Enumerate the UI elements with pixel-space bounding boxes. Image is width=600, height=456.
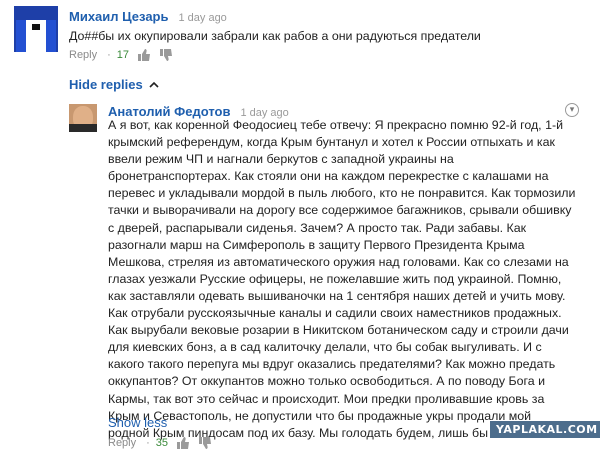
reply-text-line: крымский референдум, когда Крым бунтанул… [108, 135, 555, 150]
thumbs-down-icon[interactable] [159, 49, 173, 61]
separator: · [146, 437, 150, 449]
thumbs-up-icon[interactable] [176, 437, 190, 449]
reply-button[interactable]: Reply [69, 49, 97, 61]
reply-text-line: перевес и укладывали мордой в пыль любог… [108, 186, 576, 201]
reply-text-line: Мешкова, стреляя из автоматического оруж… [108, 254, 569, 269]
reply-text-line: как заставляли одевать вышиваночки на 1 … [108, 288, 566, 303]
reply-text: А я вот, как коренной Феодосиец тебе отв… [108, 117, 588, 442]
comment-author[interactable]: Михаил Цезарь [69, 9, 168, 24]
watermark: YAPLAKAL.COM [490, 421, 600, 438]
like-count: 17 [116, 49, 130, 61]
reply-text-line: А я вот, как коренной Феодосиец тебе отв… [108, 118, 564, 132]
show-less-button[interactable]: Show less [108, 415, 167, 430]
reply-text-line: Как вырубали вековые розарии в Никитском… [108, 323, 569, 338]
reply-text-line: тачки и выворачивали на дорогу все содер… [108, 203, 572, 218]
reply-text-line: Кармы, так вот это сейчас и происходит. … [108, 391, 545, 406]
avatar-anatoly[interactable] [69, 104, 97, 132]
avatar-mikhail[interactable] [14, 6, 58, 52]
reply-button[interactable]: Reply [108, 437, 136, 449]
thumbs-up-icon[interactable] [137, 49, 151, 61]
reply-text-line: оккупантов? От оккупантов можно только о… [108, 374, 546, 389]
comment-time[interactable]: 1 day ago [178, 12, 226, 24]
menu-icon[interactable]: ▾ [565, 103, 579, 117]
reply-text-line: разогнали марш на Симферополь в защиту П… [108, 237, 525, 252]
reply-text-line: с дверей, распарывали сиденья. Зачем? А … [108, 220, 527, 235]
reply-text-line: глазах уезжали Русские офицеры, не пожел… [108, 271, 562, 286]
reply-text-line: какого такого перепуга мы вдруг оказалис… [108, 357, 556, 372]
hide-replies-button[interactable]: Hide replies [69, 77, 143, 92]
reply-text-line: ввели режим ЧП и нагнали беркутов с запа… [108, 152, 454, 167]
separator: · [107, 49, 111, 61]
reply-text-line: Как отрубали русскоязычные каналы и сади… [108, 306, 562, 321]
thumbs-down-icon[interactable] [198, 437, 212, 449]
like-count: 35 [155, 437, 169, 449]
comment-text: До##бы их окупировали забрали как рабов … [69, 29, 481, 43]
reply-text-line: для киевских бонз, а в сад калиточку дел… [108, 340, 542, 355]
reply-text-line: бронетранспортерах. Как стояли они на ка… [108, 169, 549, 184]
chevron-up-icon[interactable] [149, 75, 159, 93]
